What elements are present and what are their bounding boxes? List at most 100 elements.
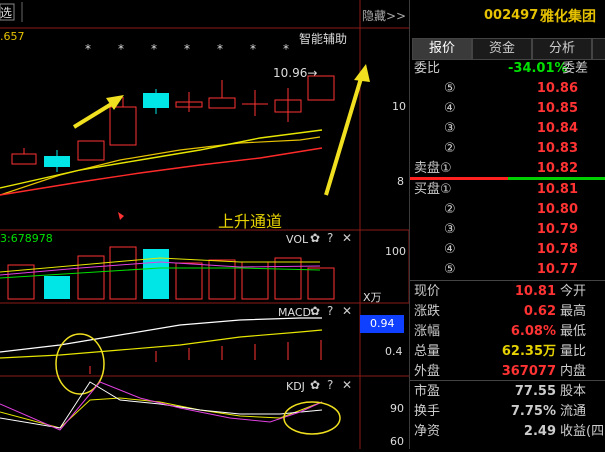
tab-analysis[interactable]: 分析 bbox=[532, 38, 592, 60]
buy-price: 10.78 bbox=[536, 242, 578, 257]
stat-label: 涨跌 bbox=[414, 304, 441, 319]
buy-level: ③ bbox=[444, 222, 456, 237]
price-high-marker: 10.96→ bbox=[273, 66, 318, 80]
buy-row: ② 10.80 bbox=[410, 200, 605, 219]
stat-label: 涨幅 bbox=[414, 324, 441, 339]
divider bbox=[410, 380, 605, 381]
vol-value-label: 3:678978 bbox=[0, 232, 53, 245]
tab-quote[interactable]: 报价 bbox=[412, 38, 472, 60]
sell-row: ② 10.83 bbox=[410, 139, 605, 158]
buy-level: ④ bbox=[444, 242, 456, 257]
kline-chart-area[interactable]: 选 隐藏>> .657 智能辅助 * * * * * * * 10.96→ 上升… bbox=[0, 0, 410, 449]
vol-close-icon[interactable]: ✕ bbox=[342, 231, 352, 245]
stat-label-right: 量比 bbox=[560, 344, 587, 359]
vol-unit-label: X万 bbox=[363, 291, 382, 304]
stat-value: 7.75% bbox=[510, 404, 556, 419]
stat-label-right: 今开 bbox=[560, 284, 587, 299]
stat-label: 总量 bbox=[414, 344, 441, 359]
stat-label: 换手 bbox=[414, 404, 441, 419]
kdj-y-label-90: 90 bbox=[390, 402, 404, 415]
buy-row: ⑤ 10.77 bbox=[410, 260, 605, 279]
stat-row: 涨幅 6.08% 最低 bbox=[410, 322, 605, 341]
hide-button[interactable]: 隐藏>> bbox=[362, 7, 406, 24]
webi-row: 委比 -34.01% 委差 bbox=[410, 59, 605, 78]
star-marker: * bbox=[85, 42, 91, 56]
star-marker: * bbox=[118, 42, 124, 56]
kdj-close-icon[interactable]: ✕ bbox=[342, 378, 352, 392]
star-marker: * bbox=[250, 42, 256, 56]
buy-price: 10.80 bbox=[536, 202, 578, 217]
stat-label: 现价 bbox=[414, 284, 441, 299]
sell-price: 10.85 bbox=[536, 101, 578, 116]
buy-level: ② bbox=[444, 202, 456, 217]
macd-current-value: 0.94 bbox=[370, 317, 395, 330]
stat-label: 市盈 bbox=[414, 384, 441, 399]
vol-gear-icon[interactable]: ✿ bbox=[310, 231, 320, 245]
macd-gear-icon[interactable]: ✿ bbox=[310, 304, 320, 318]
sell-level: ③ bbox=[444, 121, 456, 136]
kdj-y-label-60: 60 bbox=[390, 435, 404, 448]
stat-row: 外盘 367077 内盘 bbox=[410, 362, 605, 381]
buy-row: ③ 10.79 bbox=[410, 220, 605, 239]
macd-help-icon[interactable]: ? bbox=[327, 304, 333, 318]
buy-price: 10.81 bbox=[536, 182, 578, 197]
tab-funds[interactable]: 资金 bbox=[472, 38, 532, 60]
stat-row: 现价 10.81 今开 bbox=[410, 282, 605, 301]
stat-row: 涨跌 0.62 最高 bbox=[410, 302, 605, 321]
divider bbox=[410, 280, 605, 281]
stat-value: 62.35万 bbox=[501, 344, 556, 359]
stock-name: 雅化集团 bbox=[540, 9, 596, 25]
stock-code: 002497 bbox=[484, 8, 539, 23]
star-marker: * bbox=[184, 42, 190, 56]
sell-price: 10.86 bbox=[536, 81, 578, 96]
sell-level: ⑤ bbox=[444, 81, 456, 96]
weicha-label: 委差 bbox=[562, 61, 589, 76]
buy-price: 10.77 bbox=[536, 262, 578, 277]
quote-panel: 002497 雅化集团 报价 资金 分析 委比 -34.01% 委差 ⑤ 10.… bbox=[409, 0, 605, 449]
webi-label: 委比 bbox=[414, 61, 441, 76]
stat-row: 净资 2.49 收益(四 bbox=[410, 422, 605, 441]
buy-row: ④ 10.78 bbox=[410, 240, 605, 259]
kdj-gear-icon[interactable]: ✿ bbox=[310, 378, 320, 392]
stat-value: 2.49 bbox=[523, 424, 556, 439]
uptrend-annotation: 上升通道 bbox=[218, 212, 283, 231]
buy-level: 买盘① bbox=[414, 182, 452, 197]
sell-price: 10.83 bbox=[536, 141, 578, 156]
tab-more[interactable] bbox=[592, 38, 605, 60]
sell-level: ② bbox=[444, 141, 456, 156]
stat-value: 77.55 bbox=[514, 384, 556, 399]
star-marker: * bbox=[217, 42, 223, 56]
stat-label-right: 最高 bbox=[560, 304, 587, 319]
kdj-help-icon[interactable]: ? bbox=[327, 378, 333, 392]
macd-close-icon[interactable]: ✕ bbox=[342, 304, 352, 318]
star-marker: * bbox=[151, 42, 157, 56]
stat-label-right: 内盘 bbox=[560, 364, 587, 379]
stat-value: 367077 bbox=[501, 364, 556, 379]
toolbar-left-label[interactable]: 选 bbox=[0, 4, 12, 21]
sell-row: 卖盘① 10.82 bbox=[410, 159, 605, 178]
stat-row: 换手 7.75% 流通 bbox=[410, 402, 605, 421]
vol-help-icon[interactable]: ? bbox=[327, 231, 333, 245]
vol-title: VOL bbox=[286, 233, 309, 246]
vol-y-label-100: 100 bbox=[385, 245, 406, 258]
buy-price: 10.79 bbox=[536, 222, 578, 237]
sell-level: ④ bbox=[444, 101, 456, 116]
stat-label-right: 收益(四 bbox=[560, 424, 605, 439]
sell-level: 卖盘① bbox=[414, 161, 452, 176]
main-y-label-8: 8 bbox=[397, 175, 404, 188]
stat-label: 净资 bbox=[414, 424, 441, 439]
stat-value: 10.81 bbox=[514, 284, 556, 299]
stat-label-right: 最低 bbox=[560, 324, 587, 339]
sell-row: ④ 10.85 bbox=[410, 99, 605, 118]
sell-price: 10.84 bbox=[536, 121, 578, 136]
stat-value: 0.62 bbox=[523, 304, 556, 319]
stat-label-right: 股本 bbox=[560, 384, 587, 399]
star-markers: * * * * * * * bbox=[0, 42, 360, 56]
webi-value: -34.01% bbox=[508, 61, 568, 76]
stat-row: 总量 62.35万 量比 bbox=[410, 342, 605, 361]
buy-level: ⑤ bbox=[444, 262, 456, 277]
stat-label-right: 流通 bbox=[560, 404, 587, 419]
sell-row: ⑤ 10.86 bbox=[410, 79, 605, 98]
sell-price: 10.82 bbox=[536, 161, 578, 176]
main-y-label-10: 10 bbox=[392, 100, 406, 113]
